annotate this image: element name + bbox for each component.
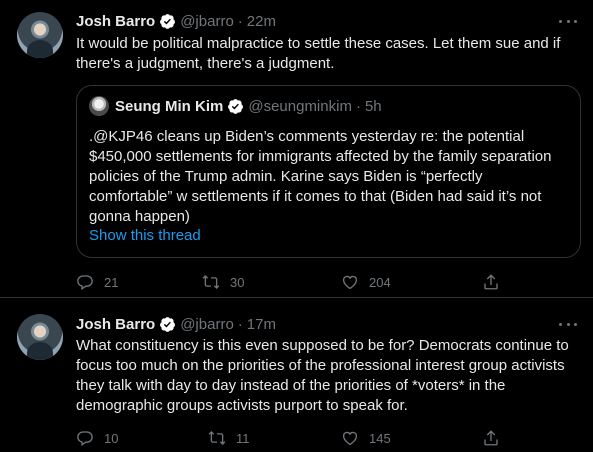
- reply-count: 10: [104, 430, 119, 446]
- share-button[interactable]: [482, 272, 500, 292]
- retweet-button[interactable]: 30: [202, 272, 244, 292]
- like-button[interactable]: 204: [341, 272, 391, 292]
- avatar[interactable]: [17, 12, 63, 58]
- quoted-tweet-text: .@KJP46 cleans up Biden’s comments yeste…: [89, 128, 552, 225]
- quoted-tweet[interactable]: Seung Min Kim @seungminkim · 5h .@KJP46 …: [76, 85, 581, 258]
- verified-badge-icon: [159, 316, 176, 333]
- tweet-header: Josh Barro @jbarro · 17m: [76, 314, 276, 334]
- heart-icon: [342, 431, 358, 446]
- retweet-icon: [208, 431, 226, 445]
- timestamp[interactable]: 17m: [247, 316, 276, 333]
- author-name[interactable]: Josh Barro: [76, 316, 155, 333]
- reply-icon: [77, 431, 93, 447]
- tweet-actions: 21 30 204: [76, 272, 498, 292]
- author-handle[interactable]: @jbarro: [180, 13, 234, 30]
- like-count: 145: [369, 430, 391, 446]
- tweet[interactable]: Josh Barro @jbarro · 22m It would be pol…: [0, 0, 593, 298]
- author-handle[interactable]: @jbarro: [180, 316, 234, 333]
- separator-dot: ·: [355, 97, 361, 115]
- quoted-author-name: Seung Min Kim: [115, 97, 224, 115]
- timestamp[interactable]: 22m: [247, 13, 276, 30]
- tweet[interactable]: Josh Barro @jbarro · 17m What constituen…: [0, 298, 593, 452]
- retweet-count: 11: [236, 430, 250, 446]
- retweet-button[interactable]: 11: [208, 428, 250, 448]
- avatar[interactable]: [17, 314, 63, 360]
- heart-icon: [342, 275, 358, 290]
- share-icon: [484, 274, 498, 290]
- like-button[interactable]: 145: [341, 428, 391, 448]
- tweet-header: Josh Barro @jbarro · 22m: [76, 11, 276, 31]
- more-options-icon[interactable]: [559, 315, 577, 333]
- quoted-avatar: [89, 96, 109, 116]
- reply-button[interactable]: 10: [76, 428, 118, 448]
- more-options-icon[interactable]: [559, 12, 577, 30]
- like-count: 204: [369, 274, 391, 290]
- verified-badge-icon: [159, 13, 176, 30]
- retweet-icon: [202, 275, 220, 289]
- quoted-tweet-header: Seung Min Kim @seungminkim · 5h: [89, 96, 382, 116]
- quoted-author-handle: @seungminkim: [248, 97, 352, 115]
- share-icon: [484, 430, 498, 446]
- reply-icon: [77, 275, 93, 291]
- tweet-text: It would be political malpractice to set…: [76, 35, 561, 72]
- quoted-timestamp: 5h: [364, 97, 382, 115]
- show-thread-link[interactable]: Show this thread: [89, 227, 201, 244]
- tweet-text: What constituency is this even supposed …: [76, 337, 569, 414]
- verified-badge-icon: [227, 98, 244, 115]
- reply-button[interactable]: 21: [76, 272, 118, 292]
- separator-dot: ·: [237, 315, 243, 333]
- retweet-count: 30: [230, 274, 245, 290]
- share-button[interactable]: [482, 428, 500, 448]
- reply-count: 21: [104, 274, 119, 290]
- separator-dot: ·: [237, 12, 243, 30]
- tweet-actions: 10 11 145: [76, 428, 498, 448]
- author-name[interactable]: Josh Barro: [76, 13, 155, 30]
